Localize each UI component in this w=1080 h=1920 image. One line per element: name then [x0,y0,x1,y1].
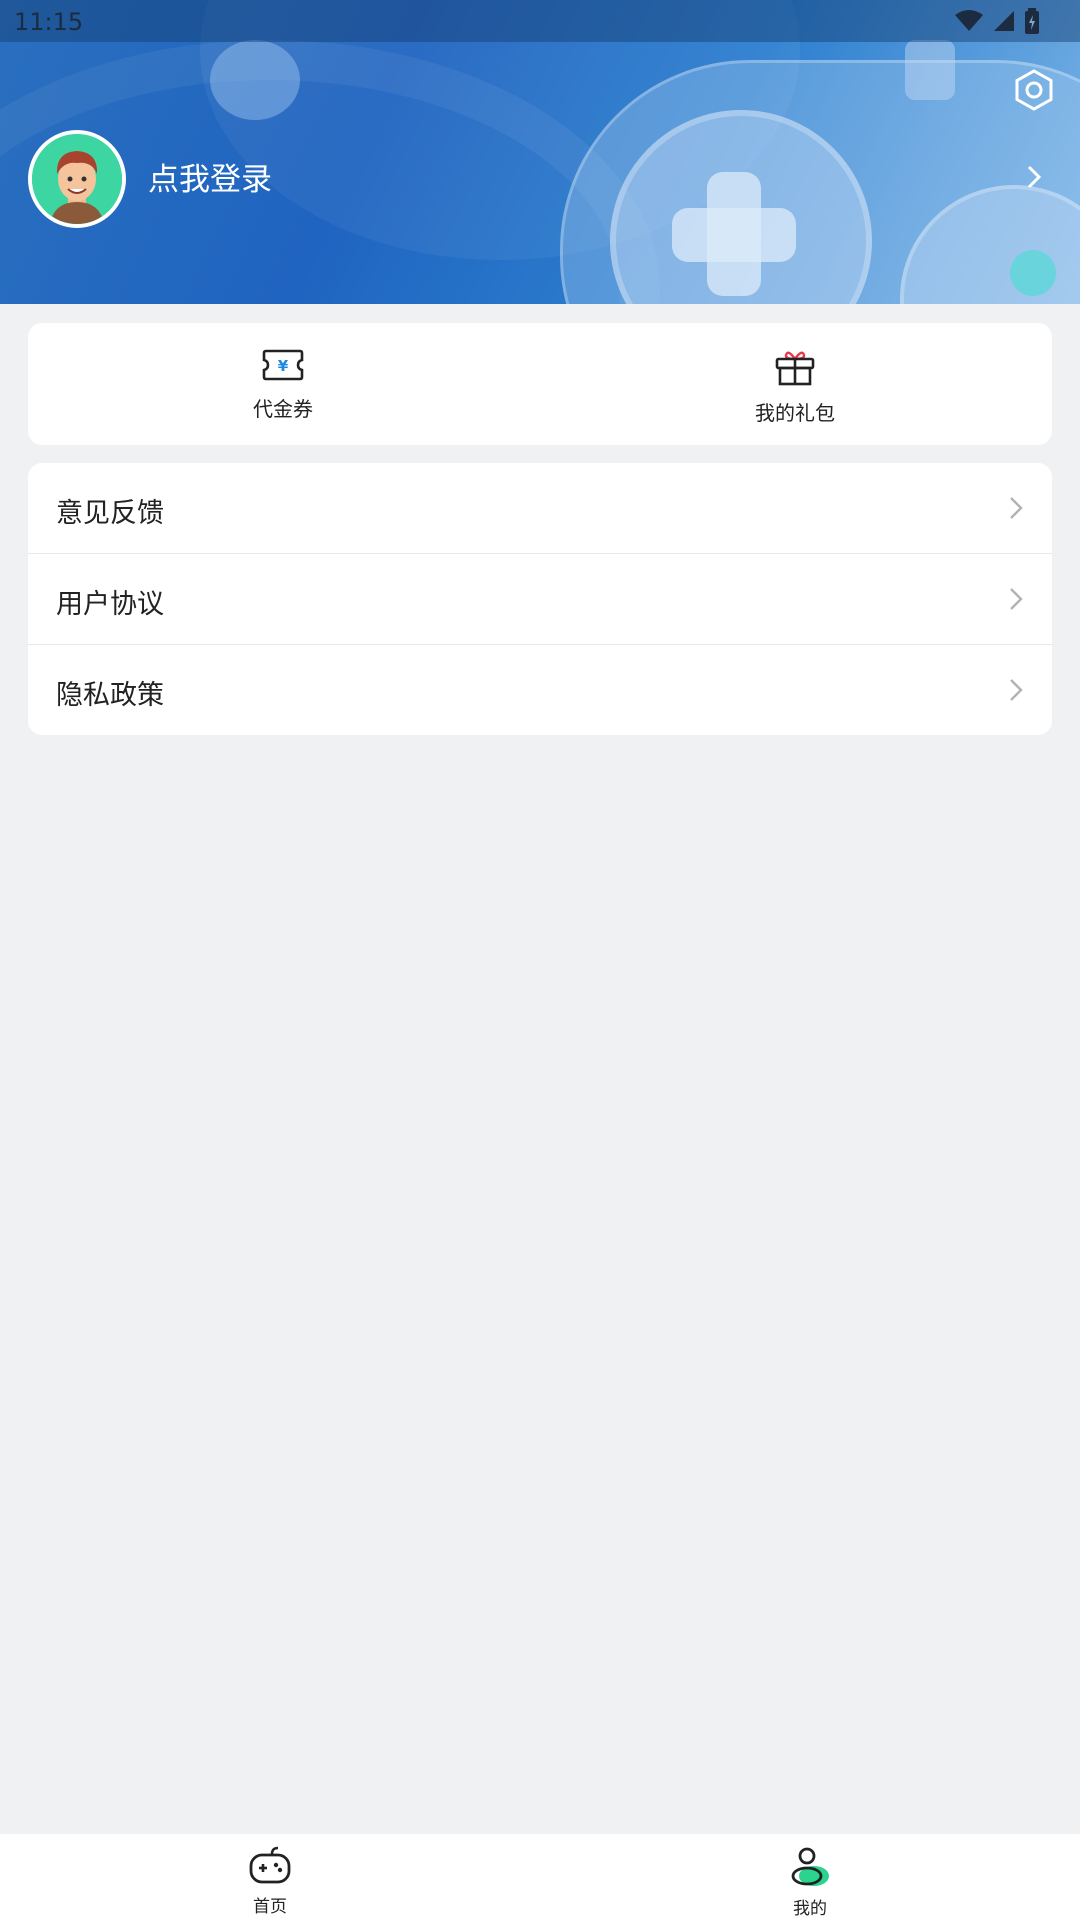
chevron-right-icon [1010,497,1023,519]
avatar-image [32,134,122,224]
battery-icon [1025,8,1039,34]
profile-header: 11:15 点我登录 [0,0,1080,304]
settings-icon[interactable] [1012,68,1056,112]
gift-icon [775,351,815,386]
my-gifts-button[interactable]: 我的礼包 [695,347,895,426]
menu-item-label: 用户协议 [56,589,164,620]
tab-home[interactable]: 首页 [210,1846,330,1917]
menu-item-label: 隐私政策 [56,680,164,711]
chevron-right-icon [1010,679,1023,701]
profile-icon [791,1847,829,1886]
quick-actions-card: ¥ 代金券 我的礼包 [28,323,1052,445]
status-time: 11:15 [14,8,84,36]
menu-item-user-agreement[interactable]: 用户协议 [28,554,1052,644]
svg-text:¥: ¥ [278,357,289,375]
menu-item-feedback[interactable]: 意见反馈 [28,463,1052,553]
voucher-button[interactable]: ¥ 代金券 [183,347,383,422]
dpad-cross-decoration [707,172,761,296]
tab-mine-label: 我的 [793,1899,827,1919]
signal-icon [994,11,1014,31]
settings-list: 意见反馈 用户协议 隐私政策 [28,463,1052,735]
voucher-icon: ¥ [262,349,304,381]
gamepad-stick-decoration [905,40,955,100]
status-icons [954,8,1040,34]
planet-decoration [210,40,300,120]
login-prompt[interactable]: 点我登录 [148,154,272,199]
gamepad-dot-decoration [1010,250,1056,296]
tab-mine[interactable]: 我的 [750,1846,870,1919]
gifts-label: 我的礼包 [755,401,835,425]
chevron-right-icon[interactable] [1025,164,1043,190]
gamepad-icon [249,1846,291,1884]
wifi-icon [955,10,983,31]
menu-item-label: 意见反馈 [56,498,164,529]
status-bar: 11:15 [0,0,1080,42]
voucher-label: 代金券 [253,397,313,421]
menu-item-privacy-policy[interactable]: 隐私政策 [28,645,1052,735]
bottom-nav: 首页 我的 [0,1834,1080,1920]
tab-home-label: 首页 [253,1897,287,1917]
chevron-right-icon [1010,588,1023,610]
avatar[interactable] [28,130,126,228]
